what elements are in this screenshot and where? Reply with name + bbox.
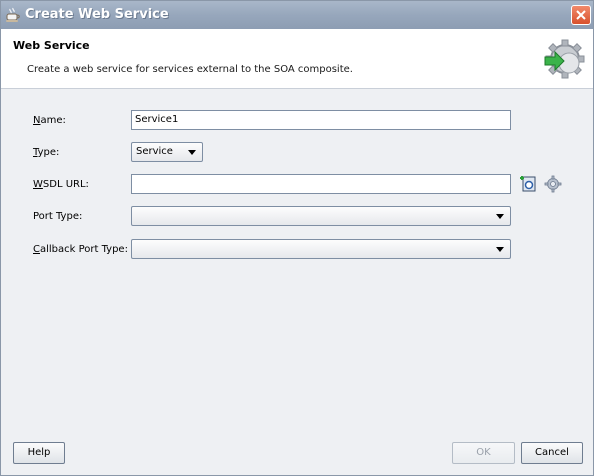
cancel-button[interactable]: Cancel (521, 442, 583, 464)
header-description: Create a web service for services extern… (27, 64, 353, 75)
service-explorer-icon[interactable] (544, 175, 562, 193)
callback-port-type-select[interactable] (131, 239, 511, 259)
close-button[interactable] (571, 5, 591, 25)
header-panel: Web Service Create a web service for ser… (1, 29, 593, 89)
chevron-down-icon (496, 214, 504, 219)
callback-port-type-label-text: allback Port Type: (39, 244, 128, 255)
type-label-text: ype: (37, 147, 60, 158)
coffee-cup-icon (5, 7, 21, 23)
type-select-value: Service (136, 146, 173, 157)
type-select[interactable]: Service (131, 142, 203, 162)
chevron-down-icon (188, 150, 196, 155)
header-title: Web Service (13, 39, 90, 52)
callback-port-type-label: Callback Port Type: (33, 244, 128, 255)
wsdl-url-label: WSDL URL: (33, 179, 89, 190)
chevron-down-icon (496, 247, 504, 252)
form-panel (1, 89, 593, 475)
wsdl-url-label-mnemonic: W (33, 179, 43, 190)
wsdl-url-label-text: SDL URL: (42, 179, 89, 190)
close-icon (576, 10, 586, 20)
name-label: Name: (33, 115, 66, 126)
type-label: Type: (33, 147, 59, 158)
port-type-label: Port Type: (33, 211, 83, 222)
callback-port-type-label-mnemonic: C (33, 244, 40, 255)
window-title: Create Web Service (25, 7, 169, 22)
create-web-service-dialog: Create Web Service Web Service Create a … (0, 0, 594, 476)
wsdl-url-field[interactable] (131, 174, 511, 194)
name-field[interactable]: Service1 (131, 110, 511, 130)
help-button[interactable]: Help (13, 442, 65, 464)
port-type-select[interactable] (131, 206, 511, 226)
ok-button[interactable]: OK (452, 442, 515, 464)
gear-arrow-icon (541, 37, 585, 81)
title-bar[interactable]: Create Web Service (1, 1, 593, 29)
browse-wsdl-icon[interactable] (519, 174, 537, 192)
name-label-text: ame: (40, 115, 66, 126)
